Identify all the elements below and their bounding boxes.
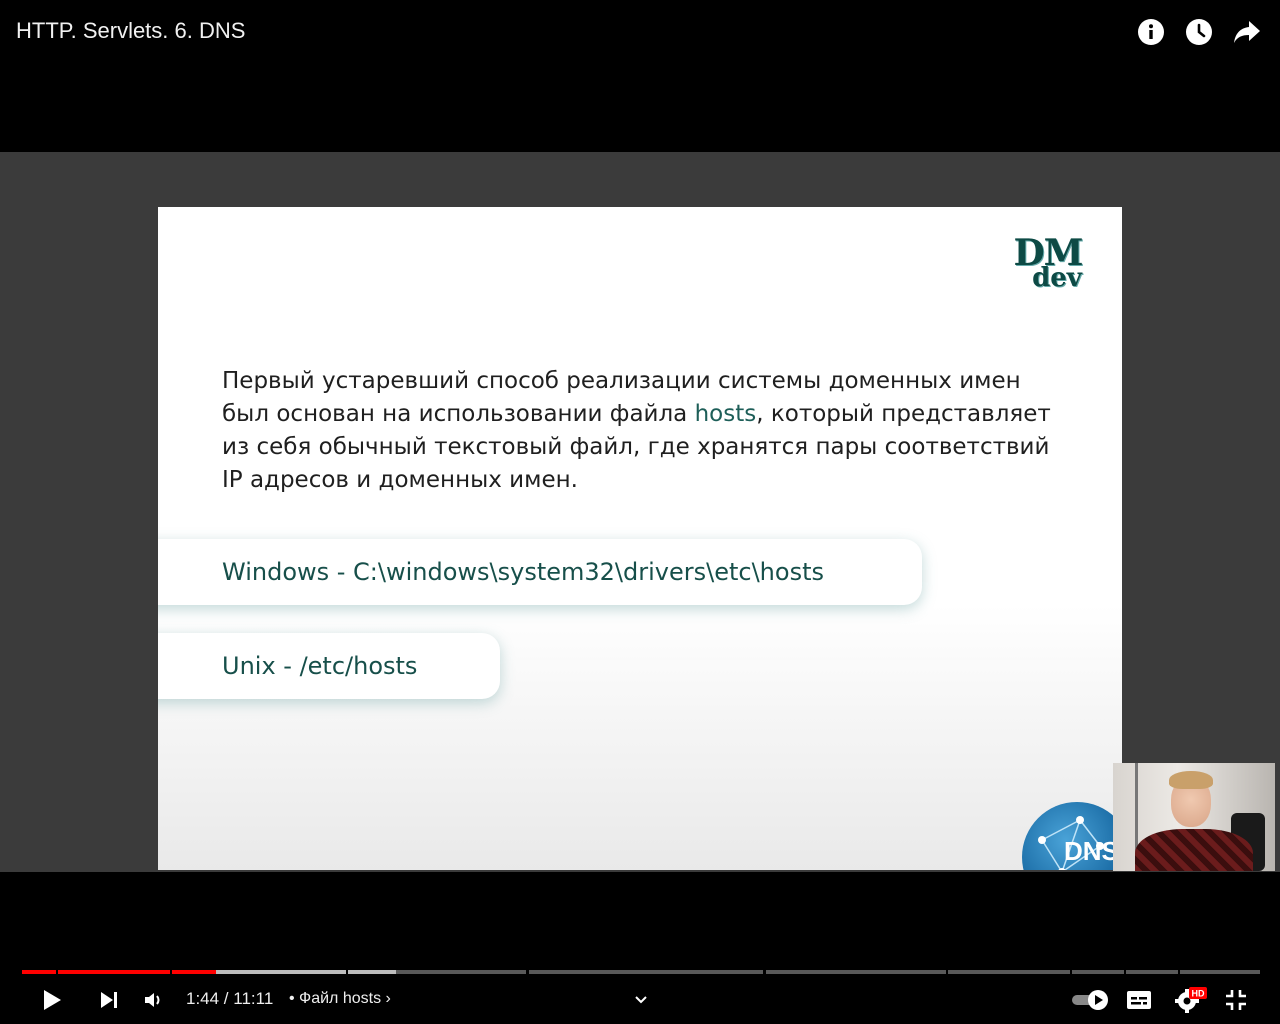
windows-path-box: Windows - C:\windows\system32\drivers\et…	[158, 539, 922, 605]
share-icon[interactable]	[1232, 14, 1262, 50]
played-segment	[22, 970, 56, 974]
top-bar: HTTP. Servlets. 6. DNS	[0, 0, 1280, 152]
next-button[interactable]	[94, 984, 124, 1016]
slide-paragraph: Первый устаревший способ реализации сист…	[222, 365, 1072, 497]
exit-fullscreen-icon	[1226, 990, 1246, 1010]
chapter-segment[interactable]	[1072, 970, 1124, 974]
played-segment	[172, 970, 216, 974]
played-segment	[58, 970, 170, 974]
chapter-title-button[interactable]: • Файл hosts ›	[289, 990, 391, 1008]
player-controls: 1:44 / 11:11 • Файл hosts › HD	[0, 872, 1280, 1024]
expand-description-button[interactable]	[630, 984, 652, 1016]
buffered-segment	[216, 970, 346, 974]
autoplay-toggle[interactable]	[1068, 984, 1112, 1016]
settings-button[interactable]: HD	[1172, 984, 1208, 1016]
video-title[interactable]: HTTP. Servlets. 6. DNS	[16, 18, 245, 44]
subtitles-button[interactable]	[1124, 984, 1154, 1016]
top-actions	[1136, 14, 1262, 50]
buffered-segment	[348, 970, 396, 974]
presenter-torso	[1135, 829, 1253, 871]
chapter-segment[interactable]	[1180, 970, 1260, 974]
unix-path-text: Unix - /etc/hosts	[222, 652, 418, 680]
presenter-hair	[1169, 771, 1213, 789]
mute-button[interactable]	[140, 984, 168, 1016]
paragraph-highlight: hosts	[694, 401, 757, 427]
dns-globe-icon: DNS	[1022, 802, 1122, 870]
chapter-segment[interactable]	[529, 970, 763, 974]
unix-path-box: Unix - /etc/hosts	[158, 633, 500, 699]
info-icon[interactable]	[1136, 14, 1166, 50]
chapter-segment[interactable]	[1126, 970, 1178, 974]
video-stage[interactable]: DM dev Первый устаревший способ реализац…	[0, 152, 1280, 872]
play-button[interactable]	[36, 984, 68, 1016]
play-icon	[44, 990, 61, 1010]
dmdev-logo: DM dev	[1004, 235, 1092, 291]
subtitles-icon	[1127, 991, 1151, 1009]
exit-fullscreen-button[interactable]	[1222, 984, 1250, 1016]
time-display: 1:44 / 11:11	[186, 989, 274, 1008]
autoplay-toggle-icon	[1072, 990, 1108, 1010]
chapter-segment[interactable]	[766, 970, 946, 974]
svg-text:HD: HD	[1192, 989, 1205, 999]
presentation-slide: DM dev Первый устаревший способ реализац…	[158, 207, 1122, 870]
volume-icon	[145, 993, 160, 1007]
control-row: 1:44 / 11:11 • Файл hosts › HD	[0, 984, 1280, 1016]
clock-icon[interactable]	[1184, 14, 1214, 50]
windows-path-text: Windows - C:\windows\system32\drivers\et…	[222, 558, 824, 586]
gear-hd-icon: HD	[1175, 987, 1207, 1013]
chevron-down-icon	[635, 996, 647, 1004]
progress-bar[interactable]	[22, 970, 1260, 974]
dns-globe-label: DNS	[1064, 836, 1119, 866]
chapter-segment[interactable]	[948, 970, 1070, 974]
skip-next-icon	[101, 992, 117, 1008]
presenter-webcam	[1113, 763, 1275, 871]
